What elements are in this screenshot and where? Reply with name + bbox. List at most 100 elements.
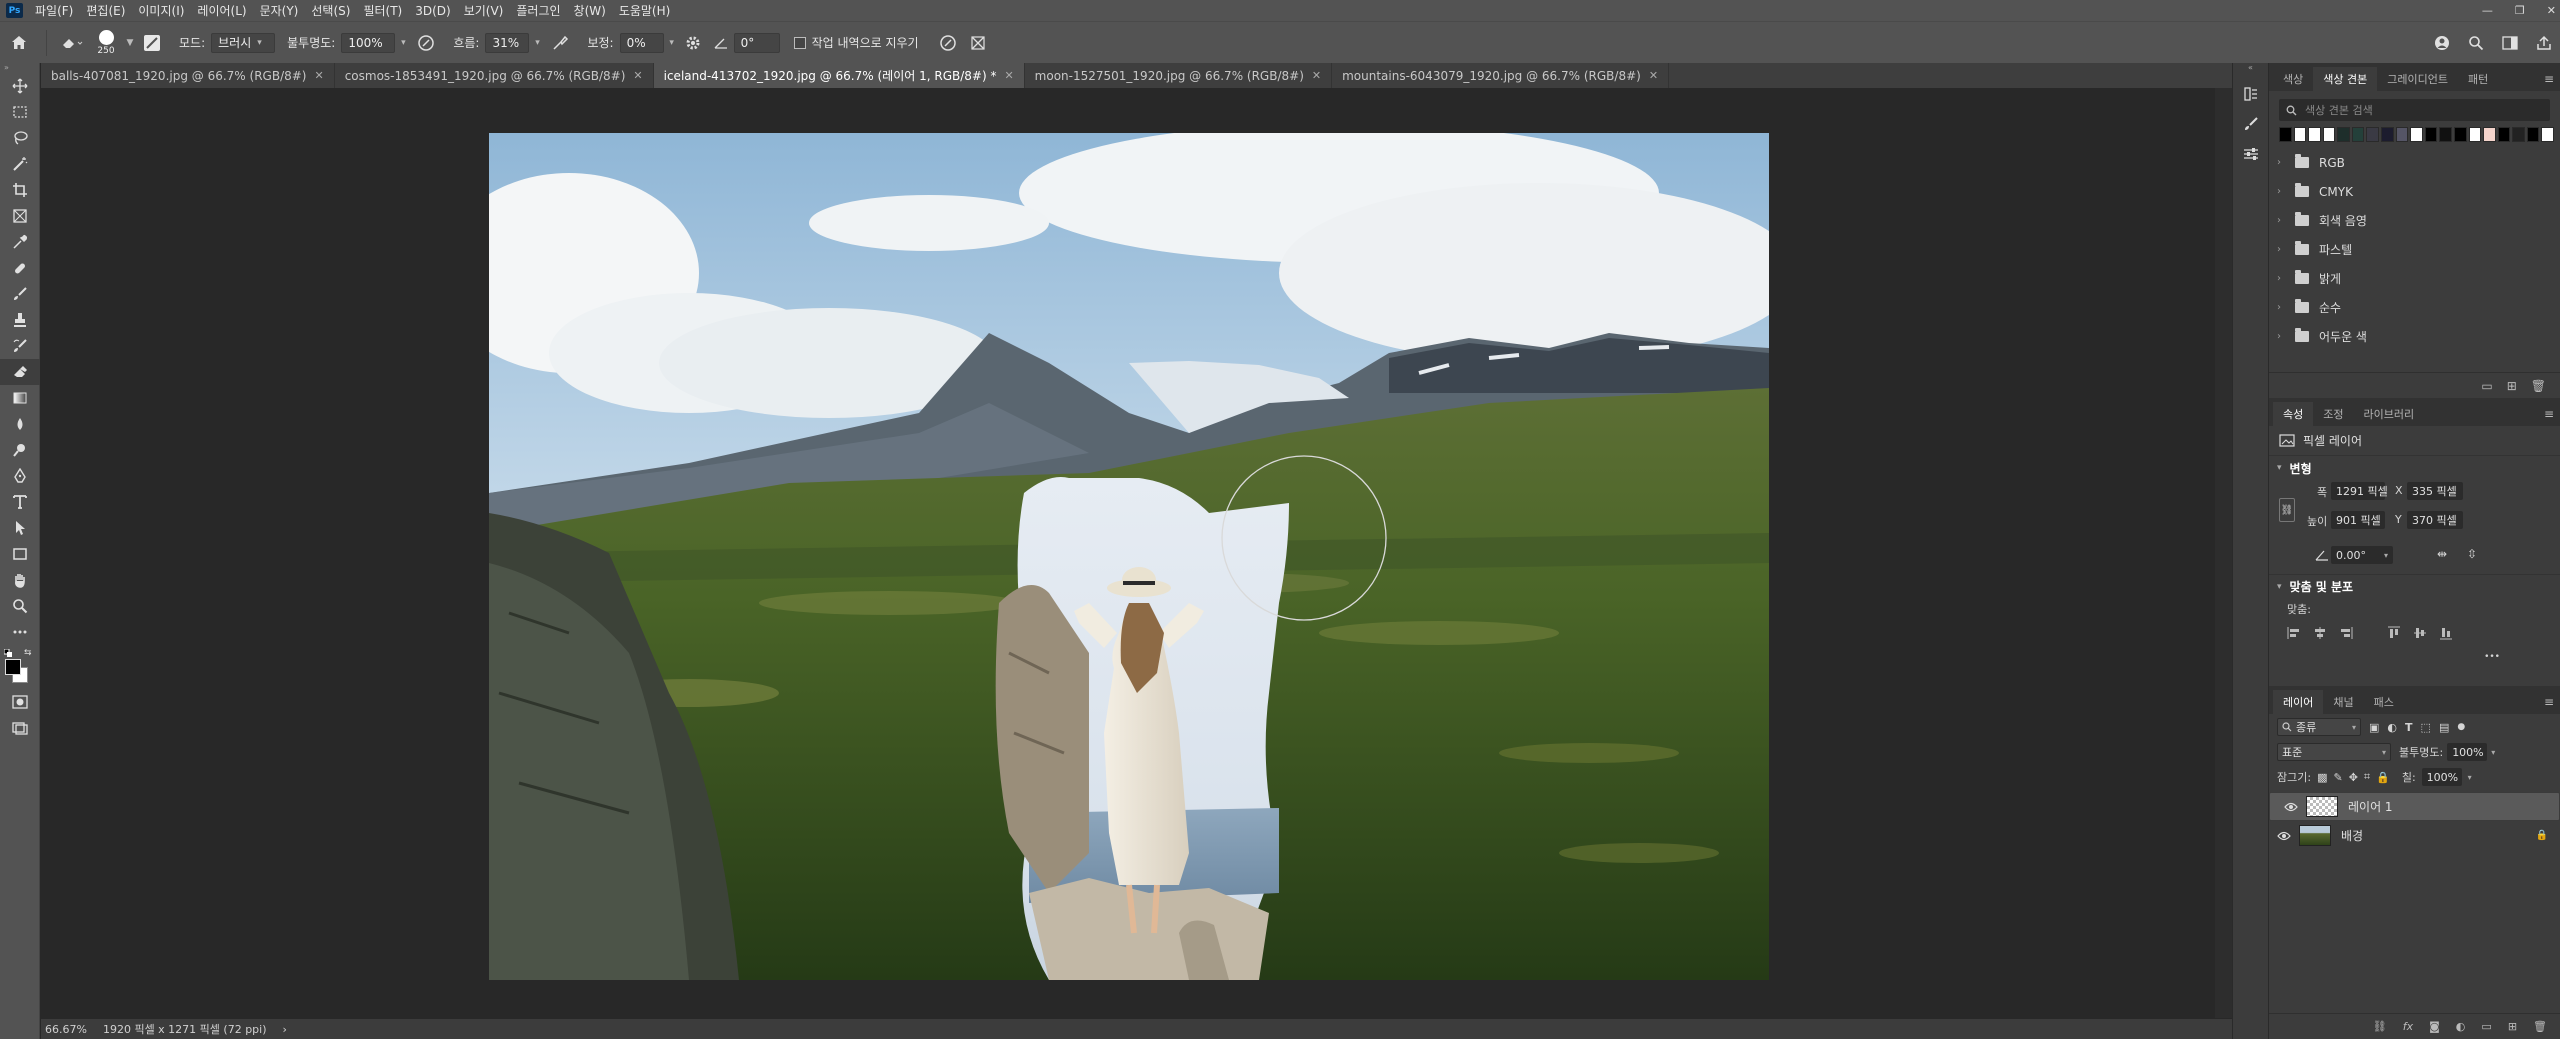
height-field[interactable]: 901 픽셀 — [2331, 511, 2385, 529]
close-window-button[interactable]: ✕ — [2547, 4, 2556, 17]
swatch-folder[interactable]: › 회색 음영 — [2269, 206, 2560, 235]
tab-layers[interactable]: 레이어 — [2273, 690, 2324, 714]
chevron-right-icon[interactable]: › — [2277, 186, 2289, 197]
erase-history-checkbox[interactable] — [793, 36, 806, 49]
mode-select[interactable]: 브러시 ▾ — [211, 32, 276, 53]
color-swatch[interactable] — [2512, 127, 2525, 142]
new-layer-icon[interactable]: ⊞ — [2508, 1020, 2517, 1033]
tab-adjustments[interactable]: 조정 — [2313, 402, 2353, 426]
trash-icon[interactable]: 🗑 — [2531, 379, 2546, 393]
user-icon[interactable] — [2434, 35, 2450, 51]
menu-layer[interactable]: 레이어(L) — [197, 2, 246, 19]
gradient-tool-icon[interactable] — [0, 385, 40, 411]
color-swatch[interactable] — [2351, 127, 2365, 142]
color-swatch[interactable] — [2424, 127, 2438, 142]
layer-opacity-field[interactable]: 100% — [2447, 743, 2488, 761]
color-swatch[interactable] — [2439, 127, 2452, 142]
layer-row-background[interactable]: 배경 🔒 — [2269, 821, 2560, 850]
menu-3d[interactable]: 3D(D) — [415, 4, 450, 18]
layer-row-layer1[interactable]: 레이어 1 — [2269, 792, 2560, 821]
width-field[interactable]: 1291 픽셀 — [2331, 482, 2388, 500]
swatch-folder[interactable]: › 밝게 — [2269, 264, 2560, 293]
lock-all-icon[interactable]: 🔒 — [2376, 771, 2390, 784]
chevron-down-icon[interactable]: ▾ — [664, 38, 680, 48]
lock-pixels-icon[interactable]: ✎ — [2333, 771, 2342, 784]
fill-field[interactable]: 100% — [2421, 768, 2462, 786]
filter-type-icon[interactable]: T — [2405, 721, 2413, 734]
adjustments-panel-icon[interactable] — [2233, 139, 2269, 169]
flow-input[interactable]: 31% — [485, 32, 530, 53]
chevron-right-icon[interactable]: › — [2277, 215, 2289, 226]
tab-patterns[interactable]: 패턴 — [2458, 67, 2498, 91]
color-swatch[interactable] — [2395, 127, 2409, 142]
menu-filter[interactable]: 필터(T) — [363, 2, 402, 19]
close-icon[interactable]: ✕ — [633, 69, 642, 82]
eraser-tool-icon[interactable] — [0, 359, 40, 385]
link-icon[interactable]: ⛓ — [2279, 498, 2295, 522]
color-swatch[interactable] — [2322, 127, 2336, 142]
lock-artboard-icon[interactable]: ⌗ — [2364, 770, 2370, 784]
lock-position-icon[interactable]: ✥ — [2349, 771, 2358, 784]
align-middle-icon[interactable] — [2413, 626, 2427, 640]
chevron-down-icon[interactable]: ▾ — [2468, 773, 2472, 782]
fx-icon[interactable]: fx — [2403, 1020, 2413, 1033]
tab-balls[interactable]: balls-407081_1920.jpg @ 66.7% (RGB/8#) ✕ — [41, 63, 335, 88]
color-swatches[interactable]: ⇆ — [0, 645, 39, 689]
menu-window[interactable]: 창(W) — [574, 2, 606, 19]
link-layers-icon[interactable]: ⛓ — [2373, 1020, 2387, 1033]
rotate-field[interactable]: 0.00° ▾ — [2331, 546, 2393, 564]
swatch-folder[interactable]: › 어두운 색 — [2269, 322, 2560, 351]
align-right-icon[interactable] — [2339, 626, 2353, 640]
brush-settings-icon[interactable] — [137, 34, 167, 52]
add-mask-icon[interactable]: ◙ — [2429, 1020, 2440, 1033]
align-section[interactable]: ▾ 맞춤 및 분포 — [2269, 574, 2560, 598]
dodge-tool-icon[interactable] — [0, 437, 40, 463]
new-group-icon[interactable]: ▭ — [2481, 379, 2492, 393]
screen-mode-icon[interactable] — [0, 715, 40, 741]
filter-pixel-icon[interactable]: ▣ — [2369, 721, 2379, 734]
swatch-folder[interactable]: › RGB — [2269, 148, 2560, 177]
align-center-icon[interactable] — [2313, 626, 2327, 640]
layer-filter-select[interactable]: 종류 ▾ — [2277, 718, 2361, 736]
lasso-tool-icon[interactable] — [0, 125, 40, 151]
eyedropper-icon[interactable] — [0, 229, 40, 255]
history-brush-icon[interactable] — [0, 333, 40, 359]
filter-toggle-icon[interactable]: ● — [2457, 722, 2465, 732]
pen-tool-icon[interactable] — [0, 463, 40, 489]
swatch-folder[interactable]: › 파스텔 — [2269, 235, 2560, 264]
opacity-input[interactable]: 100% — [341, 32, 396, 53]
filter-smart-object-icon[interactable]: ▤ — [2439, 721, 2449, 734]
menu-image[interactable]: 이미지(I) — [138, 2, 184, 19]
tab-paths[interactable]: 패스 — [2364, 690, 2404, 714]
crop-tool-icon[interactable] — [0, 177, 40, 203]
color-swatch[interactable] — [2308, 127, 2321, 142]
tab-swatches[interactable]: 색상 견본 — [2313, 67, 2378, 91]
minimize-button[interactable]: — — [2482, 4, 2493, 17]
blend-mode-select[interactable]: 표준 ▾ — [2277, 743, 2391, 761]
align-top-icon[interactable] — [2387, 626, 2401, 640]
magic-wand-icon[interactable] — [0, 151, 40, 177]
menu-view[interactable]: 보기(V) — [464, 2, 504, 19]
frame-tool-icon[interactable] — [0, 203, 40, 229]
collapse-icon[interactable]: « — [2233, 63, 2268, 79]
tab-properties[interactable]: 속성 — [2273, 402, 2314, 426]
filter-adjustment-icon[interactable]: ◐ — [2387, 721, 2397, 734]
swap-colors-icon[interactable]: ⇆ — [24, 648, 32, 658]
symmetry-icon[interactable] — [963, 34, 993, 52]
brush-panel-icon[interactable] — [2233, 109, 2269, 139]
brush-preset-picker[interactable]: 250 — [89, 29, 123, 56]
swatch-folder[interactable]: › CMYK — [2269, 177, 2560, 206]
collapse-icon[interactable]: » — [0, 63, 39, 73]
chevron-down-icon[interactable]: ▾ — [529, 38, 545, 48]
vertical-scrollbar[interactable] — [2215, 88, 2232, 1018]
swatch-folder[interactable]: › 순수 — [2269, 293, 2560, 322]
x-field[interactable]: 335 픽셀 — [2407, 482, 2463, 500]
marquee-tool-icon[interactable] — [0, 99, 40, 125]
chevron-down-icon[interactable]: ▾ — [2491, 748, 2495, 757]
swatch-search[interactable]: 색상 견본 검색 — [2279, 99, 2550, 121]
menu-plugins[interactable]: 플러그인 — [516, 2, 560, 19]
chevron-right-icon[interactable]: › — [2277, 302, 2289, 313]
menu-edit[interactable]: 편집(E) — [86, 2, 125, 19]
tab-color[interactable]: 색상 — [2273, 67, 2313, 91]
hand-tool-icon[interactable] — [0, 567, 40, 593]
